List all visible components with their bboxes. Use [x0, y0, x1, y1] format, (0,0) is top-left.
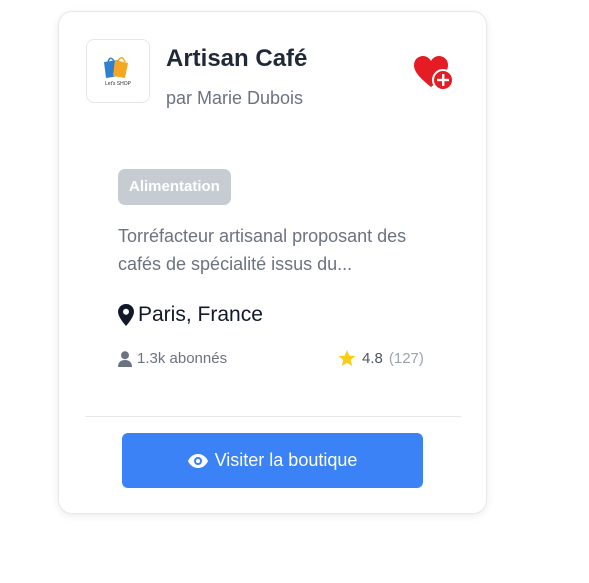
followers-count: 1.3k abonnés [118, 350, 227, 367]
map-pin-icon [118, 304, 134, 326]
rating-value: 4.8 [362, 350, 383, 367]
shop-description: Torréfacteur artisanal proposant des caf… [118, 226, 407, 274]
heart-plus-icon [414, 56, 454, 91]
shop-name: Artisan Café [166, 45, 308, 72]
location-text: Paris, France [138, 303, 263, 326]
user-icon [118, 350, 132, 367]
shop-logo: Let's SHOP [86, 39, 150, 103]
visit-shop-button[interactable]: Visiter la boutique [122, 433, 423, 488]
star-icon [338, 350, 356, 366]
shop-owner: par Marie Dubois [166, 88, 304, 108]
followers-text: 1.3k abonnés [137, 350, 228, 367]
card-divider [85, 416, 461, 417]
review-count: (127) [388, 350, 424, 367]
shop-card: Let's SHOP Artisan Café par Marie Dubois… [58, 11, 487, 514]
shopping-bags-logo-icon: Let's SHOP [104, 57, 132, 87]
eye-icon [187, 453, 208, 468]
category-badge: Alimentation [118, 169, 231, 205]
shop-rating: 4.8 (127) [338, 350, 424, 367]
svg-text:Let's SHOP: Let's SHOP [105, 81, 132, 87]
visit-shop-label: Visiter la boutique [214, 450, 358, 470]
shop-location: Paris, France [118, 303, 263, 327]
favorite-button[interactable] [414, 56, 456, 92]
